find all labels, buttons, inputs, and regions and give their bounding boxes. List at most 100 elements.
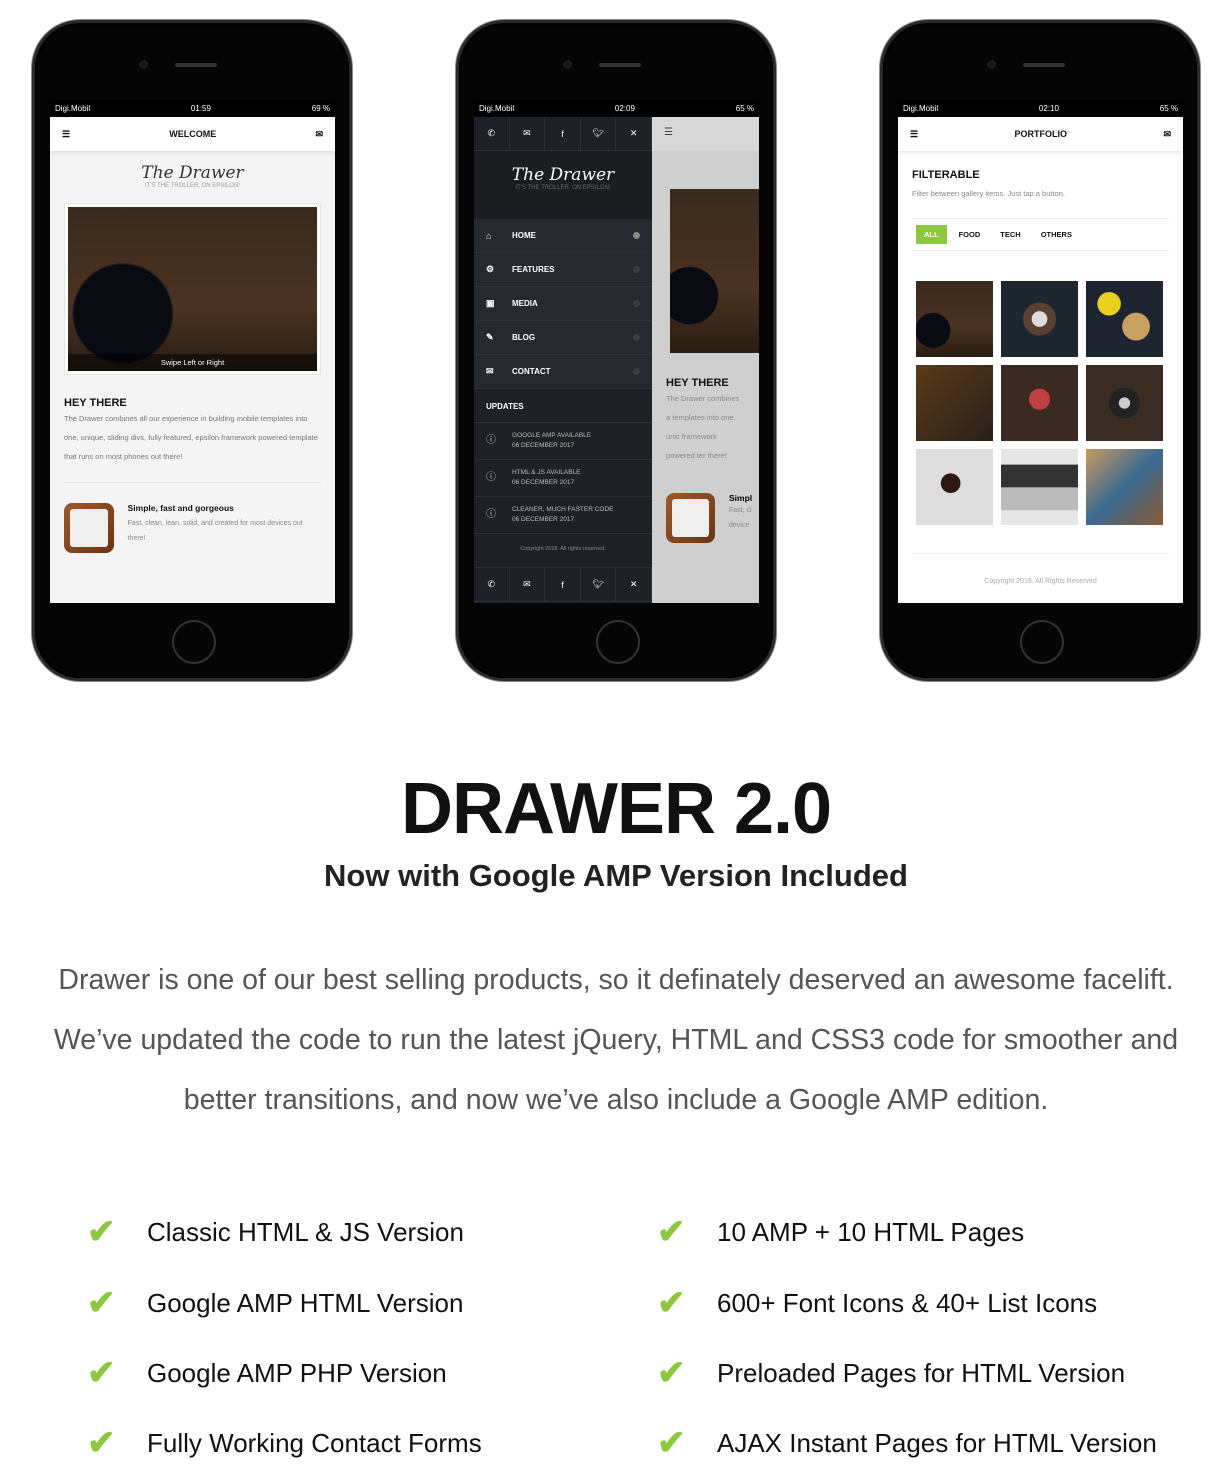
description-line: Drawer is one of our best selling produc… — [58, 964, 1174, 996]
home-button — [596, 620, 640, 664]
twitter-icon[interactable]: 🐦︎ — [581, 568, 617, 601]
envelope-icon[interactable]: ✉ — [1163, 129, 1171, 140]
update-item[interactable]: ⓘ GOOGLE AMP AVAILABLE 06 DECEMBER 2017 — [474, 423, 652, 460]
filter-all[interactable]: ALL — [916, 225, 947, 244]
app-header: ☰ PORTFOLIO ✉ — [898, 117, 1183, 151]
update-title: HTML & JS AVAILABLE — [512, 469, 581, 476]
update-title: GOOGLE AMP AVAILABLE — [512, 432, 592, 439]
update-title: CLEANER, MUCH FASTER CODE — [512, 506, 614, 513]
filter-food[interactable]: FOOD — [951, 225, 989, 244]
social-bar-top: ✆ ✉ f 🐦︎ ✕ — [474, 117, 652, 151]
close-icon[interactable]: ✕ — [616, 117, 652, 150]
main-title: DRAWER 2.0 — [400, 769, 832, 849]
page-title: WELCOME — [169, 129, 217, 139]
filter-others[interactable]: OTHERS — [1033, 225, 1080, 244]
social-bar-bottom: ✆ ✉ f 🐦︎ ✕ — [474, 568, 652, 602]
feature-label: Fully Working Contact Forms — [147, 1427, 482, 1458]
gallery-item[interactable] — [1086, 281, 1163, 357]
gallery-item[interactable] — [916, 449, 993, 525]
home-button — [172, 620, 216, 664]
nav-label: CONTACT — [512, 367, 551, 376]
check-icon: ✔ — [657, 1354, 686, 1392]
update-item[interactable]: ⓘ HTML & JS AVAILABLE 06 DECEMBER 2017 — [474, 460, 652, 497]
updates-heading: UPDATES — [474, 389, 652, 423]
info-icon: ⓘ — [486, 435, 496, 446]
section-text: The Drawer combines a templates into one… — [666, 394, 740, 460]
dimmed-page[interactable]: ☰ HEY THERE The Drawer combines a templa… — [652, 117, 759, 603]
feature-item: ✔ Preloaded Pages for HTML Version — [657, 1353, 1125, 1393]
app-icon — [64, 503, 114, 553]
section-heading: FILTERABLE — [912, 169, 980, 181]
phone-screen: Digi.Mobil 02:09 65 % ☰ HEY THERE The Draw… — [474, 100, 759, 603]
nav-item-media[interactable]: ▣ MEDIA — [474, 287, 652, 321]
feature-label: Google AMP PHP Version — [147, 1357, 447, 1388]
envelope-icon[interactable]: ✉ — [315, 129, 323, 140]
copyright: Copyright 2018. All Rights Reserved — [912, 553, 1169, 585]
status-bar: Digi.Mobil 02:10 65 % — [898, 100, 1183, 117]
status-bar: Digi.Mobil 02:09 65 % — [474, 100, 759, 117]
phone-icon[interactable]: ✆ — [474, 568, 510, 601]
time: 02:10 — [1038, 104, 1059, 113]
check-icon: ✔ — [657, 1284, 686, 1322]
feature-title: Simpl — [729, 493, 753, 503]
battery: 69 % — [311, 104, 330, 113]
nav-label: HOME — [512, 231, 536, 240]
feature-label: Google AMP HTML Version — [147, 1287, 464, 1318]
envelope-icon[interactable]: ✉ — [510, 117, 546, 150]
nav-item-blog[interactable]: ✎ BLOG — [474, 321, 652, 355]
page-title: PORTFOLIO — [1014, 129, 1068, 139]
feature-label: 600+ Font Icons & 40+ List Icons — [717, 1287, 1098, 1318]
side-drawer: ✆ ✉ f 🐦︎ ✕ The Drawer IT'S THE TROLLER, ON E… — [474, 117, 652, 603]
menu-icon[interactable]: ☰ — [910, 129, 918, 140]
section-heading: HEY THERE — [64, 397, 127, 409]
facebook-icon[interactable]: f — [545, 568, 581, 601]
camera — [987, 60, 996, 69]
feature-item: ✔ 10 AMP + 10 HTML Pages — [657, 1212, 1025, 1252]
logo: The Drawer — [511, 165, 615, 185]
battery: 65 % — [735, 104, 754, 113]
check-icon: ✔ — [87, 1354, 116, 1392]
envelope-icon[interactable]: ✉ — [510, 568, 546, 601]
feature-label: AJAX Instant Pages for HTML Version — [717, 1427, 1157, 1458]
phone-icon[interactable]: ✆ — [474, 117, 510, 150]
image-slider[interactable]: Swipe Left or Right — [64, 203, 321, 375]
menu-icon[interactable]: ☰ — [652, 117, 759, 151]
gallery-item[interactable] — [916, 281, 993, 357]
app-header: ☰ WELCOME ✉ — [50, 117, 335, 151]
time: 01:59 — [190, 104, 211, 113]
check-icon: ✔ — [87, 1424, 116, 1462]
gallery-item[interactable] — [1086, 449, 1163, 525]
update-item[interactable]: ⓘ CLEANER, MUCH FASTER CODE 06 DECEMBER 20… — [474, 497, 652, 534]
feature-label: 10 AMP + 10 HTML Pages — [717, 1216, 1025, 1247]
gallery-item[interactable] — [1086, 365, 1163, 441]
nav-item-features[interactable]: ⚙ FEATURES — [474, 253, 652, 287]
gallery-item[interactable] — [1001, 281, 1078, 357]
filter-tech[interactable]: TECH — [992, 225, 1028, 244]
tagline: IT'S THE TROLLER, ON EPSILON! — [145, 183, 240, 189]
nav-item-contact[interactable]: ✉ CONTACT — [474, 355, 652, 389]
update-date: 06 DECEMBER 2017 — [512, 479, 575, 486]
home-button — [1020, 620, 1064, 664]
home-icon: ⌂ — [486, 230, 492, 241]
nav-item-home[interactable]: ⌂ HOME — [474, 219, 652, 253]
carrier: Digi.Mobil — [55, 104, 91, 113]
pencil-icon: ✎ — [486, 332, 494, 342]
filter-bar: ALL FOOD TECH OTHERS — [912, 218, 1169, 251]
camera — [563, 60, 572, 69]
gallery-item[interactable] — [916, 365, 993, 441]
menu-icon[interactable]: ☰ — [62, 129, 70, 140]
speaker — [599, 63, 641, 67]
twitter-icon[interactable]: 🐦︎ — [581, 117, 617, 150]
gallery-item[interactable] — [1001, 449, 1078, 525]
phone-screen: Digi.Mobil 01:59 69 % ☰ WELCOME ✉ The Drawer… — [50, 100, 335, 603]
speaker — [1023, 63, 1065, 67]
gallery-grid — [916, 281, 1183, 525]
status-bar: Digi.Mobil 01:59 69 % — [50, 100, 335, 117]
close-icon[interactable]: ✕ — [616, 568, 652, 601]
facebook-icon[interactable]: f — [545, 117, 581, 150]
info-icon: ⓘ — [486, 509, 496, 520]
slider-image: Swipe Left or Right — [68, 207, 317, 371]
phone-mockup-portfolio: Digi.Mobil 02:10 65 % ☰ PORTFOLIO ✉ FILTERAB… — [880, 20, 1200, 681]
gallery-item[interactable] — [1001, 365, 1078, 441]
description-line: better transitions, and now we’ve also i… — [183, 1084, 1049, 1116]
